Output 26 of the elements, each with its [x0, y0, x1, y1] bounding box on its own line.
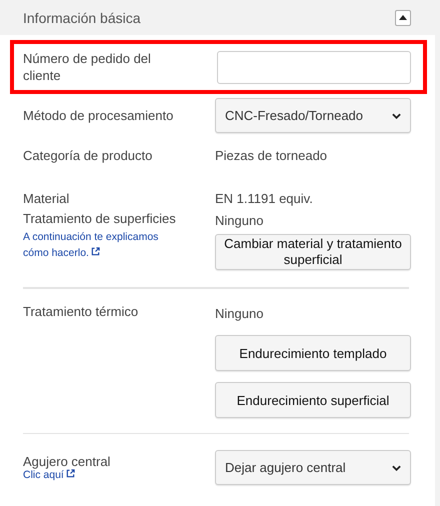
help-link[interactable]: A continuación te explicamos cómo hacerlo. [23, 229, 173, 261]
field-value: Piezas de torneado [215, 148, 328, 163]
field-label: Tratamiento térmico [23, 304, 138, 319]
external-link-icon [66, 468, 75, 478]
section-title: Información básica [23, 10, 141, 26]
field-label: Método de procesamiento [23, 108, 174, 123]
change-material-button[interactable]: Cambiar material y tratamiento superficial [215, 234, 411, 270]
field-value: Ninguno [215, 213, 264, 228]
field-label: Número de pedido del cliente [23, 50, 152, 84]
field-label: Agujero central [23, 454, 112, 468]
caret-icon [392, 112, 401, 118]
field-value: EN 1.1191 equiv. [215, 191, 314, 206]
caret-icon [392, 464, 401, 470]
dropdown[interactable]: CNC-Fresado/Torneado [215, 98, 411, 133]
input-field[interactable] [217, 50, 411, 84]
field-label: Tratamiento de superficies [23, 211, 177, 226]
collapse-button[interactable] [395, 10, 411, 26]
triangle-icon [399, 15, 407, 20]
hardening-button[interactable]: Endurecimiento templado [215, 335, 411, 371]
field-label: Categoría de producto [23, 148, 152, 163]
field-value: Ninguno [215, 306, 264, 321]
field-label: Material [23, 191, 70, 206]
help-link[interactable]: Clic aquí [23, 468, 173, 482]
external-link-icon [90, 247, 100, 256]
dropdown[interactable]: Dejar agujero central [215, 450, 411, 485]
hardening-button[interactable]: Endurecimiento superficial [215, 382, 411, 418]
